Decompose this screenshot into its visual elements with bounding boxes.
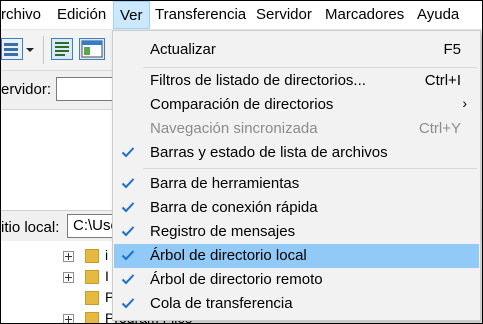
server-label: ervidor: <box>1 81 52 98</box>
message-log-toggle-icon[interactable] <box>51 38 73 60</box>
checkmark-icon <box>121 200 135 214</box>
menu-item-label: Árbol de directorio local <box>150 247 307 264</box>
folder-icon <box>85 270 99 284</box>
menu-item-barra-conexion-rapida[interactable]: Barra de conexión rápida <box>114 196 479 220</box>
view-menu-dropdown: Actualizar F5 Filtros de listado de dire… <box>112 30 481 321</box>
menu-item-navegacion-sincronizada: Navegación sincronizada Ctrl+Y <box>114 117 479 141</box>
menu-item-barras-estado[interactable]: Barras y estado de lista de archivos <box>114 141 479 165</box>
folder-icon <box>85 312 99 323</box>
checkmark-icon <box>121 145 135 159</box>
menu-item-label: Comparación de directorios <box>150 96 334 113</box>
menu-item-label: Árbol de directorio remoto <box>150 271 323 288</box>
menu-item-shortcut: Ctrl+I <box>424 72 461 89</box>
menu-item-shortcut: F5 <box>443 41 461 58</box>
menu-item-arbol-local[interactable]: Árbol de directorio local <box>114 244 479 268</box>
submenu-arrow-icon: › <box>462 95 467 111</box>
menu-item-label: Cola de transferencia <box>150 295 293 312</box>
menu-separator <box>143 67 477 68</box>
menu-edicion[interactable]: Edición <box>57 1 106 29</box>
menu-item-label: Navegación sincronizada <box>150 120 318 137</box>
menu-item-comparacion[interactable]: Comparación de directorios › <box>114 93 479 117</box>
menu-item-shortcut: Ctrl+Y <box>418 120 461 137</box>
menu-ayuda[interactable]: Ayuda <box>417 1 459 29</box>
toolbar-separator <box>43 36 44 64</box>
checkmark-icon <box>121 176 135 190</box>
tree-item-label: i <box>105 247 109 263</box>
app-window: rchivo Edición Ver Transferencia Servido… <box>0 0 483 324</box>
checkmark-icon <box>121 224 135 238</box>
menu-item-filtros[interactable]: Filtros de listado de directorios... Ctr… <box>114 69 479 93</box>
folder-icon <box>85 249 99 263</box>
menu-item-label: Actualizar <box>150 41 216 58</box>
menu-item-label: Barra de herramientas <box>150 175 300 192</box>
menu-bar: rchivo Edición Ver Transferencia Servido… <box>1 1 482 30</box>
menu-marcadores[interactable]: Marcadores <box>325 1 404 29</box>
menu-item-label: Barras y estado de lista de archivos <box>150 144 388 161</box>
checkmark-icon <box>121 248 135 262</box>
menu-transferencia[interactable]: Transferencia <box>155 1 246 29</box>
checkmark-icon <box>121 296 135 310</box>
expand-icon[interactable] <box>63 272 74 283</box>
site-manager-icon[interactable] <box>1 38 23 60</box>
expand-icon[interactable] <box>63 251 74 262</box>
menu-item-arbol-remoto[interactable]: Árbol de directorio remoto <box>114 268 479 292</box>
menu-separator <box>143 168 477 169</box>
menu-servidor[interactable]: Servidor <box>256 1 312 29</box>
folder-icon <box>85 291 99 305</box>
menu-item-label: Filtros de listado de directorios... <box>150 72 366 89</box>
chevron-down-icon[interactable] <box>23 38 37 60</box>
menu-ver[interactable]: Ver <box>113 1 150 29</box>
expand-icon[interactable] <box>63 314 74 323</box>
menu-item-registro-mensajes[interactable]: Registro de mensajes <box>114 220 479 244</box>
menu-archivo[interactable]: rchivo <box>1 1 41 29</box>
menu-item-cola-transferencia[interactable]: Cola de transferencia <box>114 292 479 316</box>
tree-item-label: I <box>105 268 109 284</box>
menu-item-label: Barra de conexión rápida <box>150 199 318 216</box>
local-tree-toggle-icon[interactable] <box>79 38 105 60</box>
menu-item-barra-herramientas[interactable]: Barra de herramientas <box>114 172 479 196</box>
menu-item-label: Registro de mensajes <box>150 223 296 240</box>
menu-item-actualizar[interactable]: Actualizar F5 <box>114 38 479 62</box>
checkmark-icon <box>121 272 135 286</box>
local-site-label: itio local: <box>1 219 60 236</box>
